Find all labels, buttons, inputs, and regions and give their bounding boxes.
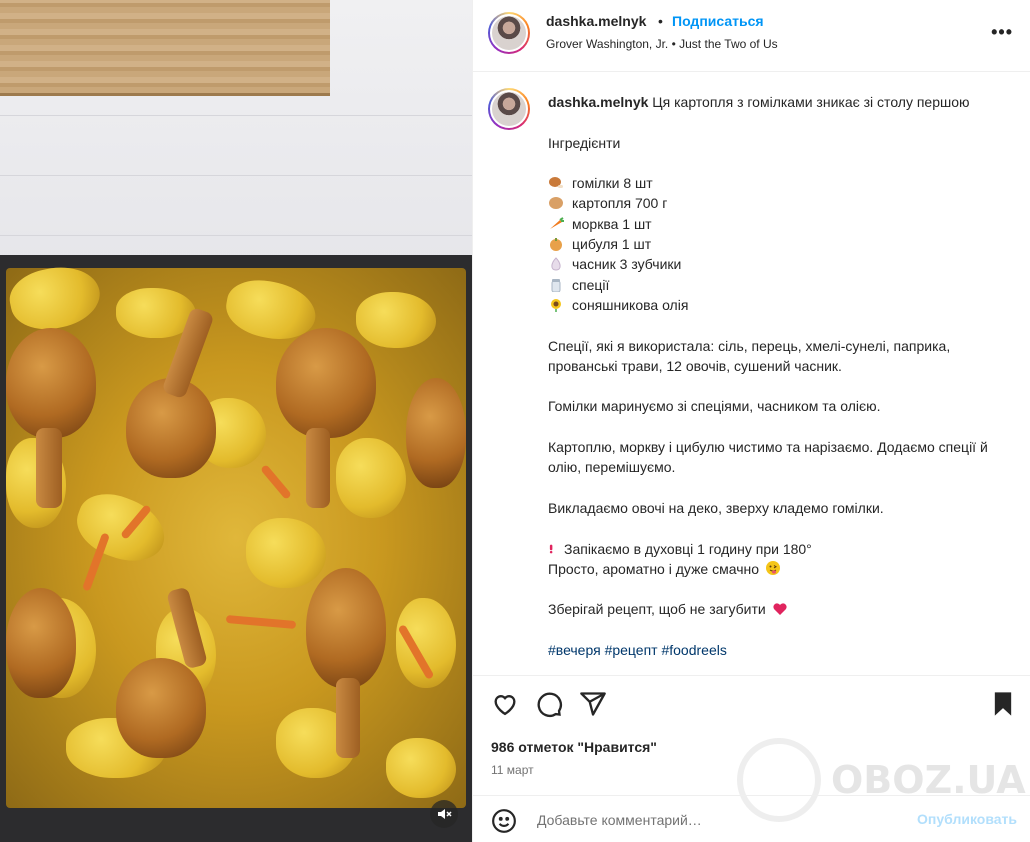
share-icon[interactable] xyxy=(579,690,607,718)
caption-line xyxy=(548,579,1008,599)
follow-button[interactable]: Подписаться xyxy=(672,13,764,29)
cutting-board xyxy=(0,0,330,96)
potato-emoji xyxy=(549,197,563,210)
comment-bar: Опубликовать xyxy=(473,795,1030,842)
caption-line: Інгредієнти xyxy=(548,134,621,151)
onion-emoji xyxy=(550,238,562,252)
garlic-emoji xyxy=(551,257,561,271)
ingredient-item: спеції xyxy=(548,275,1008,295)
comment-icon[interactable] xyxy=(535,690,563,718)
ingredient-item: морква 1 шт xyxy=(548,214,1008,234)
sunflower-emoji xyxy=(551,298,561,312)
hashtags-link[interactable]: #вечеря #рецепт #foodreels xyxy=(548,640,1008,660)
caption-line xyxy=(548,112,1008,132)
emoji-picker-icon[interactable] xyxy=(491,808,517,834)
likes-count[interactable]: 986 отметок "Нравится" xyxy=(491,739,657,755)
author-username[interactable]: dashka.melnyk xyxy=(546,13,646,29)
comment-input[interactable] xyxy=(537,810,897,830)
heart-icon[interactable] xyxy=(491,690,519,718)
ingredient-item: цибуля 1 шт xyxy=(548,234,1008,254)
ingredient-item: соняшникова олія xyxy=(548,295,1008,315)
audio-track-link[interactable]: Grover Washington, Jr. • Just the Two of… xyxy=(546,37,778,51)
actions-section: OBOZ.UA 986 отметок "Нравится" 11 март xyxy=(473,675,1030,822)
post-header: dashka.melnyk • Подписаться Grover Washi… xyxy=(473,0,1030,72)
roasted-food xyxy=(4,259,466,808)
bookmark-icon[interactable] xyxy=(989,690,1017,718)
caption-line xyxy=(548,478,1008,498)
caption-line: Картоплю, моркву і цибулю чистимо та нар… xyxy=(548,439,988,476)
publish-button[interactable]: Опубликовать xyxy=(917,811,1017,827)
ingredient-item: часник 3 зубчики xyxy=(548,254,1008,274)
caption-line xyxy=(548,376,1008,396)
caption-line: Гомілки маринуємо зі спеціями, часником … xyxy=(548,398,881,415)
caption-line xyxy=(548,153,1008,173)
caption-line: Просто, ароматно і дуже смачно xyxy=(548,559,1008,579)
reel-video[interactable] xyxy=(0,0,472,842)
exclamation-emoji xyxy=(549,544,553,553)
caption-avatar[interactable] xyxy=(488,88,530,130)
caption-line xyxy=(548,620,1008,640)
caption-line: Запікаємо в духовці 1 годину при 180° xyxy=(548,539,1008,559)
ingredient-item: картопля 700 г xyxy=(548,193,1008,213)
caption-line: Ця картопля з гомілками зникає зі столу … xyxy=(652,94,970,110)
caption-text: dashka.melnyk Ця картопля з гомілками зн… xyxy=(548,92,1008,660)
caption-line: Зберігай рецепт, щоб не загубити xyxy=(548,599,1008,619)
avatar[interactable] xyxy=(488,12,530,54)
caption-line xyxy=(548,518,1008,538)
caption-line xyxy=(548,417,1008,437)
tongue-face-emoji xyxy=(765,560,780,575)
caption-section: dashka.melnyk Ця картопля з гомілками зн… xyxy=(473,73,1030,675)
caption-line: Викладаємо овочі на деко, зверху кладемо… xyxy=(548,499,884,516)
caption-line xyxy=(548,315,1008,335)
caption-line: Спеції, які я використала: сіль, перець,… xyxy=(548,337,951,374)
caption-username[interactable]: dashka.melnyk xyxy=(548,94,648,110)
header-separator: • xyxy=(658,13,663,29)
ingredient-item: гомілки 8 шт xyxy=(548,173,1008,193)
carrot-emoji xyxy=(550,216,564,229)
post-date: 11 март xyxy=(491,763,534,777)
salt-emoji xyxy=(551,278,561,292)
post-panel: dashka.melnyk • Подписаться Grover Washi… xyxy=(472,0,1030,842)
more-options-icon[interactable]: ••• xyxy=(991,22,1013,43)
volume-muted-icon[interactable] xyxy=(430,800,458,828)
drumstick-emoji xyxy=(549,177,563,189)
heart-emoji xyxy=(773,603,787,616)
